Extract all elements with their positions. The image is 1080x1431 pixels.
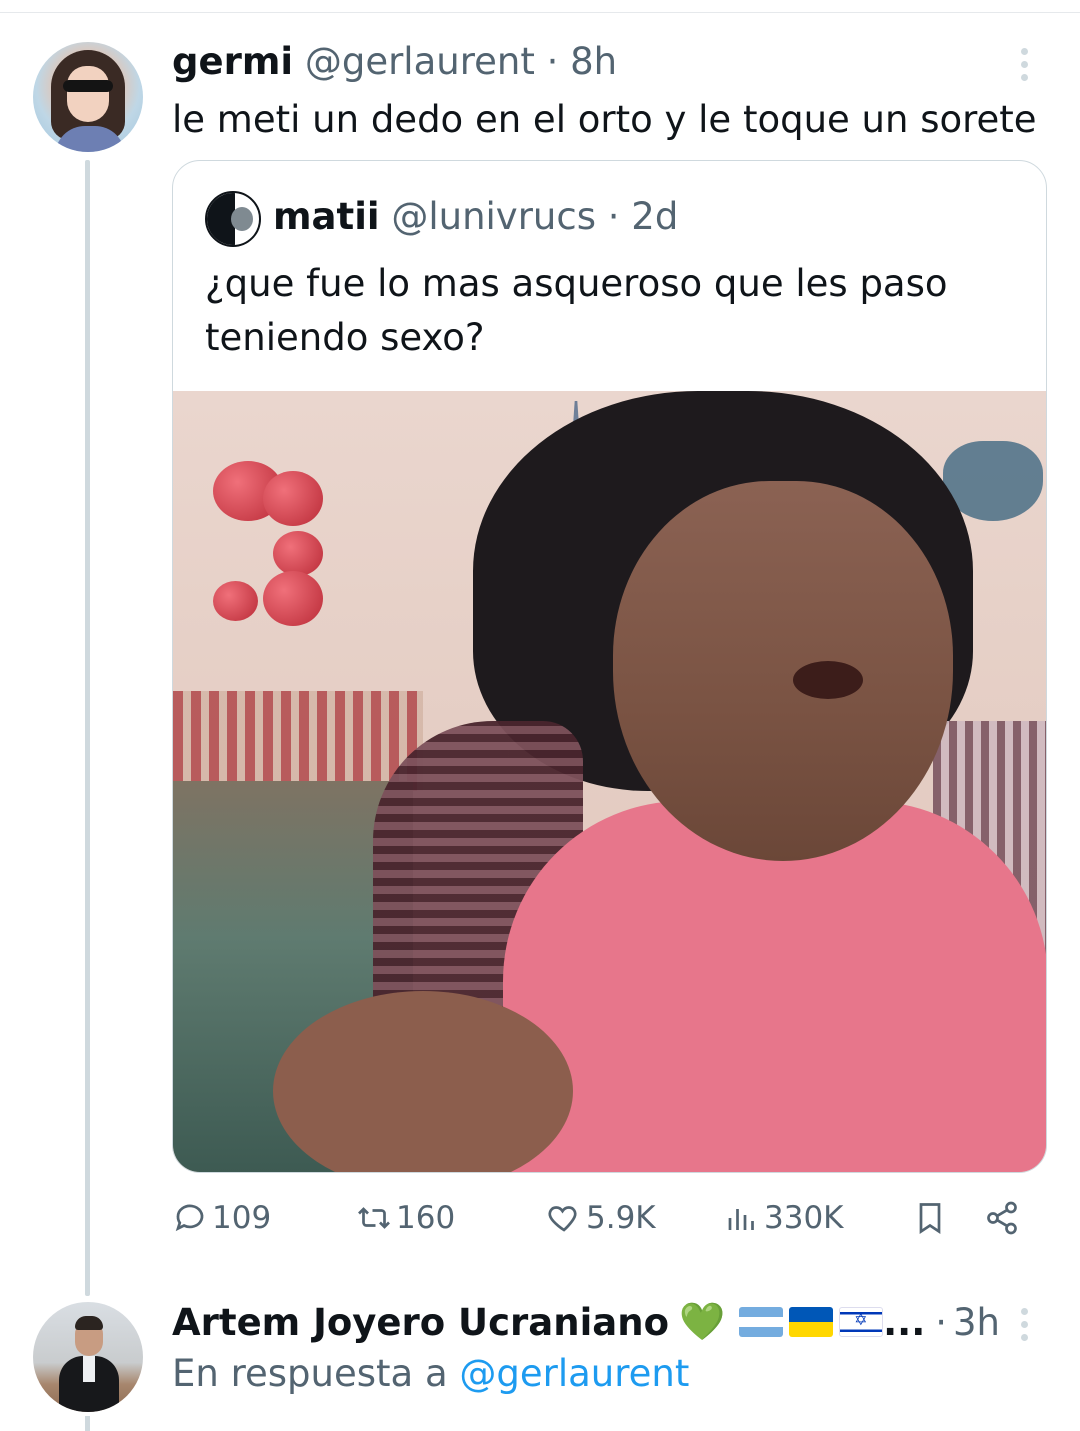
reply-context: En respuesta a @gerlaurent [172, 1352, 689, 1395]
like-count: 5.9K [586, 1200, 656, 1236]
bookmark-button[interactable] [912, 1200, 952, 1236]
reply-display-name[interactable]: Artem Joyero Ucraniano [172, 1301, 669, 1344]
quote-handle: @lunivrucs [391, 195, 596, 238]
views-count: 330K [764, 1200, 844, 1236]
share-button[interactable] [984, 1200, 1024, 1236]
tweet-header: germi @gerlaurent · 8h [172, 40, 617, 83]
heart-balloons [203, 461, 343, 671]
quote-media-image[interactable] [173, 391, 1046, 1172]
like-button[interactable]: 5.9K [546, 1200, 656, 1236]
quote-avatar [205, 191, 261, 247]
green-heart-emoji: 💚 [679, 1300, 726, 1343]
avatar-sunglasses [63, 80, 113, 92]
avatar-germi[interactable] [33, 42, 143, 152]
tweet-text: le meti un dedo en el orto y le toque un… [172, 98, 1037, 141]
ukraine-flag-icon [789, 1307, 834, 1337]
quote-text: ¿que fue lo mas asqueroso que les paso t… [205, 262, 948, 359]
reply-button[interactable]: 109 [172, 1200, 271, 1236]
display-name[interactable]: germi [172, 40, 293, 83]
tweet-actions-bar: 109 160 5.9K 330K [172, 1200, 1032, 1250]
thread-line [85, 160, 90, 1296]
views-icon [728, 1209, 754, 1230]
quote-tweet-card[interactable]: matii @lunivrucs · 2d ¿que fue lo mas as… [172, 160, 1047, 1173]
repost-icon [358, 1207, 390, 1229]
reply-count: 109 [212, 1200, 272, 1236]
tweet-time[interactable]: 8h [570, 40, 617, 83]
argentina-flag-icon [739, 1307, 784, 1337]
thread-line-continued [85, 1416, 90, 1431]
quote-time: 2d [631, 195, 679, 238]
share-icon [987, 1201, 1017, 1235]
heart-icon [548, 1206, 577, 1232]
repost-count: 160 [396, 1200, 456, 1236]
reply-tweet-header: Artem Joyero Ucraniano 💚 ... · 3h [172, 1300, 1000, 1344]
separator-dot: · [546, 40, 559, 83]
quote-separator-dot: · [607, 195, 620, 238]
views-button[interactable]: 330K [724, 1200, 844, 1236]
reply-more-icon[interactable] [1021, 1308, 1029, 1347]
reply-separator-dot: · [935, 1300, 948, 1344]
more-icon[interactable] [1021, 48, 1029, 87]
repost-button[interactable]: 160 [356, 1200, 455, 1236]
avatar-artem[interactable] [33, 1302, 143, 1412]
quote-display-name: matii [273, 195, 380, 238]
top-divider [0, 12, 1080, 13]
name-ellipsis: ... [883, 1300, 926, 1344]
reply-icon [175, 1204, 204, 1232]
bookmark-icon [919, 1203, 941, 1235]
user-handle[interactable]: @gerlaurent [305, 40, 535, 83]
reply-handle-link[interactable]: @gerlaurent [459, 1352, 689, 1395]
israel-flag-icon [839, 1307, 884, 1337]
reply-prefix: En respuesta a [172, 1352, 448, 1395]
quote-header: matii @lunivrucs · 2d [273, 195, 678, 238]
reply-tweet-time[interactable]: 3h [953, 1301, 1000, 1344]
avatar-face [67, 66, 109, 122]
